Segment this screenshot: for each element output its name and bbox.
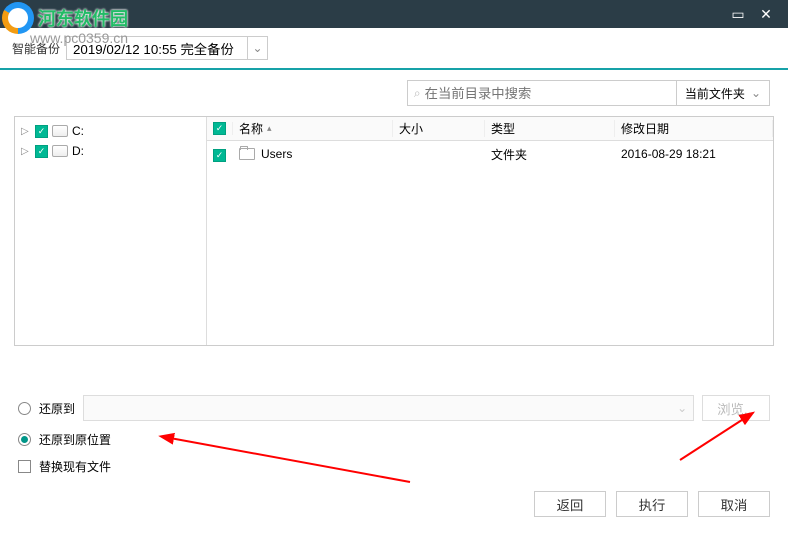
column-size[interactable]: 大小	[393, 120, 485, 137]
column-type[interactable]: 类型	[485, 120, 615, 137]
row-checkbox[interactable]: ✓	[213, 149, 226, 162]
title-bar: 还原 ▭ ✕	[0, 0, 788, 28]
replace-files-label: 替换现有文件	[39, 458, 111, 475]
chevron-down-icon: ⌄	[677, 401, 687, 415]
drive-tree: ▷ ✓ C: ▷ ✓ D:	[15, 117, 207, 345]
file-type: 文件夹	[485, 146, 615, 163]
tree-item-d[interactable]: ▷ ✓ D:	[15, 141, 206, 161]
file-row[interactable]: ✓ Users 文件夹 2016-08-29 18:21	[207, 141, 773, 167]
browse-button: 浏览...	[702, 395, 770, 421]
window-title: 还原	[8, 6, 724, 23]
chevron-down-icon: ⌄	[751, 86, 761, 100]
checkbox[interactable]: ✓	[35, 145, 48, 158]
tree-item-label: D:	[72, 144, 84, 158]
search-scope-select[interactable]: 当前文件夹 ⌄	[677, 80, 770, 106]
search-input[interactable]	[425, 86, 670, 101]
column-date[interactable]: 修改日期	[615, 120, 773, 137]
search-icon: ⌕	[414, 86, 421, 101]
restore-to-label: 还原到	[39, 400, 75, 417]
close-button[interactable]: ✕	[752, 6, 780, 23]
folder-icon	[239, 148, 255, 160]
tree-item-c[interactable]: ▷ ✓ C:	[15, 121, 206, 141]
drive-icon	[52, 125, 68, 137]
column-headers: ✓ 名称▴ 大小 类型 修改日期	[207, 117, 773, 141]
drive-icon	[52, 145, 68, 157]
restore-path-input: ⌄	[83, 395, 694, 421]
restore-to-radio[interactable]	[18, 402, 31, 415]
back-button[interactable]: 返回	[534, 491, 606, 517]
execute-button[interactable]: 执行	[616, 491, 688, 517]
tree-item-label: C:	[72, 124, 84, 138]
sort-asc-icon: ▴	[267, 123, 272, 134]
watermark-url: www.pc0359.cn	[30, 30, 128, 46]
file-name: Users	[261, 147, 292, 161]
cancel-button[interactable]: 取消	[698, 491, 770, 517]
search-scope-value: 当前文件夹	[685, 85, 745, 102]
expand-icon[interactable]: ▷	[21, 126, 31, 137]
checkbox[interactable]: ✓	[35, 125, 48, 138]
file-date: 2016-08-29 18:21	[615, 147, 773, 161]
expand-icon[interactable]: ▷	[21, 146, 31, 157]
restore-original-radio[interactable]	[18, 433, 31, 446]
chevron-down-icon[interactable]: ⌄	[247, 37, 267, 59]
search-box[interactable]: ⌕	[407, 80, 677, 106]
maximize-button[interactable]: ▭	[724, 6, 752, 23]
restore-original-label: 还原到原位置	[39, 431, 111, 448]
replace-files-checkbox[interactable]	[18, 460, 31, 473]
column-name[interactable]: 名称▴	[233, 120, 393, 137]
select-all-checkbox[interactable]: ✓	[213, 122, 226, 135]
